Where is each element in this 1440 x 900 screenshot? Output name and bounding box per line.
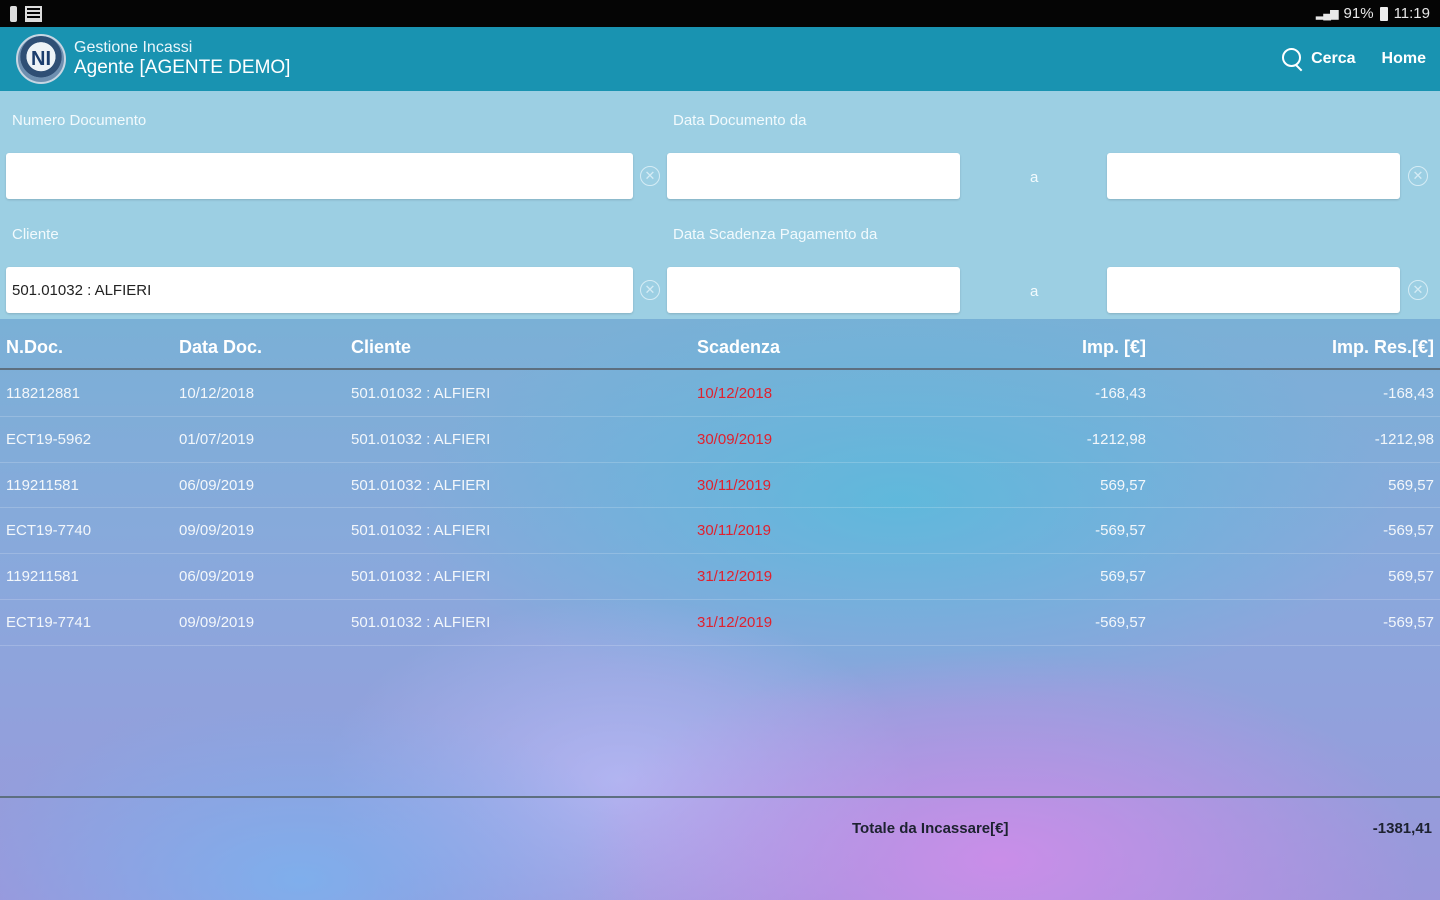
status-left bbox=[10, 5, 42, 22]
cell-data-doc: 06/09/2019 bbox=[179, 476, 255, 494]
table-row[interactable]: ECT19-7741 09/09/2019 501.01032 : ALFIER… bbox=[0, 600, 1440, 646]
cell-imp: -569,57 bbox=[1095, 613, 1146, 631]
cell-cliente: 501.01032 : ALFIERI bbox=[351, 522, 491, 540]
cell-imp: -1212,98 bbox=[1086, 430, 1146, 448]
client-label: Cliente bbox=[12, 226, 59, 243]
cell-data-doc: 01/07/2019 bbox=[179, 430, 255, 448]
clear-client-icon[interactable]: ✕ bbox=[640, 280, 660, 300]
doc-date-separator: a bbox=[1030, 169, 1039, 186]
cell-imp: 569,57 bbox=[1100, 568, 1146, 586]
due-date-from-input[interactable] bbox=[667, 267, 960, 313]
app-logo-icon: NI bbox=[16, 34, 66, 84]
table-header: N.Doc. Data Doc. Cliente Scadenza Imp. [… bbox=[0, 324, 1440, 370]
cell-data-doc: 06/09/2019 bbox=[179, 568, 255, 586]
table-row[interactable]: 119211581 06/09/2019 501.01032 : ALFIERI… bbox=[0, 463, 1440, 509]
col-scadenza[interactable]: Scadenza bbox=[697, 337, 780, 358]
cell-cliente: 501.01032 : ALFIERI bbox=[351, 613, 491, 631]
signal-icon: ▂▄▆ bbox=[1315, 8, 1339, 20]
doc-date-from-input[interactable] bbox=[667, 153, 960, 199]
notification-icon bbox=[10, 5, 17, 22]
status-bar: ▂▄▆ 91% 11:19 bbox=[0, 0, 1440, 27]
cell-ndoc: 119211581 bbox=[6, 568, 79, 586]
cell-imp-res: -168,43 bbox=[1383, 385, 1434, 402]
app-logo-text: NI bbox=[31, 47, 51, 70]
filter-panel: Numero Documento Data Documento da ✕ a ✕… bbox=[0, 91, 1440, 319]
battery-percent: 91% bbox=[1343, 5, 1374, 22]
cell-imp: -168,43 bbox=[1095, 385, 1146, 402]
client-input[interactable] bbox=[6, 267, 633, 313]
doc-number-input[interactable] bbox=[6, 153, 633, 199]
app-bar: NI Gestione Incassi Agente [AGENTE DEMO]… bbox=[0, 27, 1440, 91]
col-cliente[interactable]: Cliente bbox=[351, 337, 411, 358]
due-date-label: Data Scadenza Pagamento da bbox=[673, 226, 878, 243]
doc-date-label: Data Documento da bbox=[673, 112, 807, 129]
total-label: Totale da Incassare[€] bbox=[852, 820, 1009, 837]
cell-imp-res: 569,57 bbox=[1388, 568, 1434, 586]
cell-ndoc: 118212881 bbox=[6, 385, 80, 402]
clear-doc-date-icon[interactable]: ✕ bbox=[1408, 166, 1428, 186]
app-actions: Cerca Home bbox=[1281, 47, 1426, 71]
cell-imp-res: -1212,98 bbox=[1374, 430, 1434, 448]
cell-scadenza: 31/12/2019 bbox=[697, 613, 773, 631]
col-imp[interactable]: Imp. [€] bbox=[1082, 337, 1146, 358]
cell-cliente: 501.01032 : ALFIERI bbox=[351, 568, 491, 586]
table-row[interactable]: ECT19-7740 09/09/2019 501.01032 : ALFIER… bbox=[0, 508, 1440, 555]
doc-number-label: Numero Documento bbox=[12, 112, 147, 129]
table-body: 118212881 10/12/2018 501.01032 : ALFIERI… bbox=[0, 371, 1440, 646]
cell-ndoc: ECT19-7740 bbox=[6, 522, 92, 540]
cell-imp-res: -569,57 bbox=[1383, 522, 1434, 540]
search-button[interactable]: Cerca bbox=[1281, 47, 1356, 71]
status-right: ▂▄▆ 91% 11:19 bbox=[1316, 5, 1430, 22]
cell-imp: 569,57 bbox=[1100, 476, 1146, 494]
table-row[interactable]: ECT19-5962 01/07/2019 501.01032 : ALFIER… bbox=[0, 417, 1440, 463]
search-icon bbox=[1281, 47, 1305, 71]
due-date-to-input[interactable] bbox=[1107, 267, 1400, 313]
col-imp-res[interactable]: Imp. Res.[€] bbox=[1332, 337, 1434, 358]
total-value: -1381,41 bbox=[1372, 820, 1432, 837]
table-row[interactable]: 118212881 10/12/2018 501.01032 : ALFIERI… bbox=[0, 371, 1440, 417]
cell-cliente: 501.01032 : ALFIERI bbox=[351, 476, 491, 494]
app-titles: Gestione Incassi Agente [AGENTE DEMO] bbox=[74, 39, 290, 79]
cell-ndoc: ECT19-7741 bbox=[6, 613, 92, 631]
clear-doc-number-icon[interactable]: ✕ bbox=[640, 166, 660, 186]
cell-cliente: 501.01032 : ALFIERI bbox=[351, 430, 491, 448]
cell-scadenza: 30/09/2019 bbox=[697, 430, 773, 448]
clock: 11:19 bbox=[1393, 5, 1430, 22]
cell-scadenza: 31/12/2019 bbox=[697, 568, 773, 586]
cell-scadenza: 30/11/2019 bbox=[697, 476, 771, 494]
cell-data-doc: 10/12/2018 bbox=[179, 385, 255, 402]
clear-due-date-icon[interactable]: ✕ bbox=[1408, 280, 1428, 300]
cell-imp-res: 569,57 bbox=[1388, 476, 1434, 494]
cell-data-doc: 09/09/2019 bbox=[179, 522, 255, 540]
cell-cliente: 501.01032 : ALFIERI bbox=[351, 385, 491, 402]
cell-imp-res: -569,57 bbox=[1383, 613, 1434, 631]
cell-imp: -569,57 bbox=[1095, 522, 1146, 540]
agent-subtitle: Agente [AGENTE DEMO] bbox=[74, 57, 291, 79]
totals-footer: Totale da Incassare[€] -1381,41 bbox=[0, 796, 1440, 856]
home-button-label: Home bbox=[1381, 50, 1426, 67]
app-title: Gestione Incassi bbox=[74, 38, 193, 56]
col-data-doc[interactable]: Data Doc. bbox=[179, 337, 262, 358]
col-ndoc[interactable]: N.Doc. bbox=[6, 337, 63, 358]
cell-scadenza: 10/12/2018 bbox=[697, 385, 773, 402]
search-button-label: Cerca bbox=[1311, 50, 1356, 67]
table-row[interactable]: 119211581 06/09/2019 501.01032 : ALFIERI… bbox=[0, 554, 1440, 600]
cell-ndoc: ECT19-5962 bbox=[6, 430, 92, 448]
cell-scadenza: 30/11/2019 bbox=[697, 522, 771, 540]
cell-data-doc: 09/09/2019 bbox=[179, 613, 255, 631]
doc-date-to-input[interactable] bbox=[1107, 153, 1400, 199]
home-button[interactable]: Home bbox=[1382, 50, 1426, 68]
cell-ndoc: 119211581 bbox=[6, 476, 79, 494]
due-date-separator: a bbox=[1030, 283, 1039, 300]
battery-icon bbox=[1379, 6, 1388, 21]
gallery-icon bbox=[25, 5, 42, 22]
